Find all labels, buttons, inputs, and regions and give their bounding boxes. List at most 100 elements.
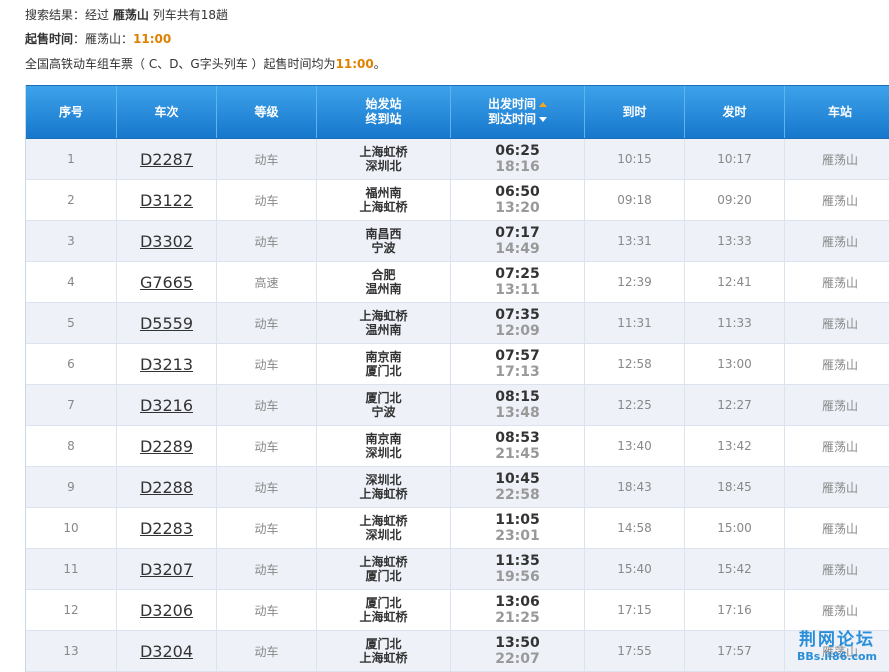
national-note-text: 全国高铁动车组车票（ C、D、G字头列车 ）起售时间均为 <box>25 57 336 71</box>
table-row: 5 D5559 动车 上海虹桥 温州南 07:35 12:09 11:31 11:33 雁荡山 <box>26 303 889 344</box>
terminal-station: 深圳北 <box>365 446 402 460</box>
terminal-station: 上海虹桥 <box>359 651 408 665</box>
sale-time-value: 11:00 <box>133 32 172 46</box>
seq-number: 9 <box>67 480 75 494</box>
cell-arrive: 17:15 <box>585 590 685 630</box>
train-number-link[interactable]: D2289 <box>140 437 193 456</box>
train-grade: 动车 <box>254 562 279 577</box>
train-number-link[interactable]: D2288 <box>140 478 193 497</box>
header-depart-label: 发时 <box>722 104 747 119</box>
train-number-link[interactable]: D3216 <box>140 396 193 415</box>
train-number-link[interactable]: D3122 <box>140 191 193 210</box>
cell-times: 11:35 19:56 <box>451 549 585 589</box>
table-row: 10 D2283 动车 上海虹桥 深圳北 11:05 23:01 14:58 15:00 雁荡山 <box>26 508 889 549</box>
origin-station: 合肥 <box>371 268 396 282</box>
station-name: 雁荡山 <box>821 480 858 495</box>
train-number-link[interactable]: D2287 <box>140 150 193 169</box>
arrival-time: 22:07 <box>495 651 540 667</box>
terminal-station: 深圳北 <box>365 528 402 542</box>
sort-arrival[interactable]: 到达时间 <box>488 112 547 127</box>
header-origin-label: 始发站 <box>365 97 402 111</box>
header-train[interactable]: 车次 <box>117 86 217 138</box>
cell-arrive: 10:15 <box>585 139 685 179</box>
seq-number: 12 <box>63 603 79 617</box>
origin-station: 上海虹桥 <box>359 309 408 323</box>
seq-number: 8 <box>67 439 75 453</box>
cell-times: 07:35 12:09 <box>451 303 585 343</box>
train-number-link[interactable]: D3207 <box>140 560 193 579</box>
depart-from-station: 12:41 <box>717 275 752 289</box>
cell-seq: 2 <box>26 180 117 220</box>
header-arrive: 到时 <box>585 86 685 138</box>
cell-train: D2283 <box>117 508 217 548</box>
cell-station: 雁荡山 <box>785 262 889 302</box>
header-times[interactable]: 出发时间 到达时间 <box>451 86 585 138</box>
cell-grade: 动车 <box>217 139 317 179</box>
cell-grade: 动车 <box>217 590 317 630</box>
train-number-link[interactable]: D3302 <box>140 232 193 251</box>
depart-from-station: 15:00 <box>717 521 752 535</box>
arrive-at-station: 17:15 <box>617 603 652 617</box>
table-row: 4 G7665 高速 合肥 温州南 07:25 13:11 12:39 12:41 雁荡山 <box>26 262 889 303</box>
arrive-at-station: 12:25 <box>617 398 652 412</box>
train-grade: 高速 <box>254 275 279 290</box>
train-number-link[interactable]: D3213 <box>140 355 193 374</box>
terminal-station: 深圳北 <box>365 159 402 173</box>
cell-train: D2288 <box>117 467 217 507</box>
sale-time-label: 起售时间 <box>25 32 74 46</box>
train-number-link[interactable]: D2283 <box>140 519 193 538</box>
sort-up-icon[interactable] <box>539 102 547 107</box>
cell-arrive: 09:18 <box>585 180 685 220</box>
station-name: 雁荡山 <box>821 562 858 577</box>
cell-grade: 动车 <box>217 303 317 343</box>
cell-times: 13:06 21:25 <box>451 590 585 630</box>
seq-number: 7 <box>67 398 75 412</box>
arrival-time: 13:20 <box>495 200 540 216</box>
train-number-link[interactable]: G7665 <box>140 273 193 292</box>
header-grade: 等级 <box>217 86 317 138</box>
train-number-link[interactable]: D3204 <box>140 642 193 661</box>
table-row: 13 D3204 动车 厦门北 上海虹桥 13:50 22:07 17:55 17:57 雁荡山 <box>26 631 889 672</box>
arrival-time: 21:25 <box>495 610 540 626</box>
train-grade: 动车 <box>254 193 279 208</box>
terminal-station: 上海虹桥 <box>359 610 408 624</box>
cell-arrive: 12:39 <box>585 262 685 302</box>
cell-depart: 13:42 <box>685 426 785 466</box>
train-number-link[interactable]: D3206 <box>140 601 193 620</box>
cell-depart: 12:41 <box>685 262 785 302</box>
cell-seq: 12 <box>26 590 117 630</box>
train-number-link[interactable]: D5559 <box>140 314 193 333</box>
cell-arrive: 13:40 <box>585 426 685 466</box>
sale-time-station: ：雁荡山： <box>73 32 134 46</box>
table-row: 3 D3302 动车 南昌西 宁波 07:17 14:49 13:31 13:33 雁荡山 <box>26 221 889 262</box>
terminal-station: 温州南 <box>365 282 402 296</box>
origin-station: 深圳北 <box>365 473 402 487</box>
arrival-time: 17:13 <box>495 364 540 380</box>
cell-stations: 上海虹桥 厦门北 <box>317 549 451 589</box>
depart-from-station: 11:33 <box>717 316 752 330</box>
sort-departure[interactable]: 出发时间 <box>488 97 547 112</box>
arrival-time: 19:56 <box>495 569 540 585</box>
station-name: 雁荡山 <box>821 439 858 454</box>
origin-station: 福州南 <box>365 186 402 200</box>
table-header: 序号 车次 等级 始发站 终到站 出发时间 到达时间 到时 发时 车站 <box>26 85 889 139</box>
station-name: 雁荡山 <box>821 603 858 618</box>
cell-depart: 13:00 <box>685 344 785 384</box>
depart-from-station: 10:17 <box>717 152 752 166</box>
header-seq: 序号 <box>26 86 117 138</box>
seq-number: 1 <box>67 152 75 166</box>
station-name: 雁荡山 <box>821 275 858 290</box>
origin-station: 厦门北 <box>365 637 402 651</box>
cell-arrive: 13:31 <box>585 221 685 261</box>
sort-down-icon[interactable] <box>539 117 547 122</box>
departure-time: 13:50 <box>495 635 540 651</box>
header-train-label: 车次 <box>154 104 179 119</box>
cell-train: D3204 <box>117 631 217 671</box>
cell-grade: 动车 <box>217 385 317 425</box>
cell-seq: 8 <box>26 426 117 466</box>
table-row: 8 D2289 动车 南京南 深圳北 08:53 21:45 13:40 13:42 雁荡山 <box>26 426 889 467</box>
arrival-time: 12:09 <box>495 323 540 339</box>
depart-from-station: 12:27 <box>717 398 752 412</box>
national-note-time: 11:00 <box>335 57 374 71</box>
station-name: 雁荡山 <box>821 521 858 536</box>
